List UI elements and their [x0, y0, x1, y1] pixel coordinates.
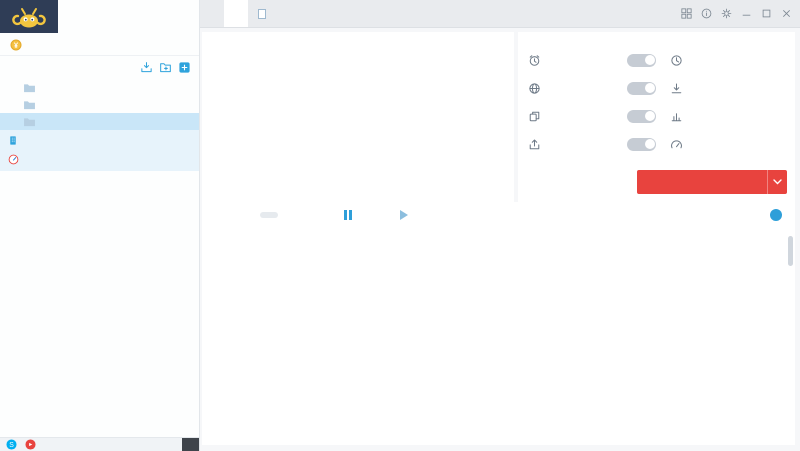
- sidebar-item-デフォルト[interactable]: [0, 113, 199, 130]
- speed-up-button[interactable]: [637, 170, 787, 194]
- pause-icon: [344, 210, 352, 220]
- status-row-1: [528, 46, 785, 74]
- ip-rotation-icon: [528, 82, 541, 95]
- sidebar-item-test[interactable]: [0, 79, 199, 96]
- status-metric: [656, 82, 785, 95]
- info-icon[interactable]: [701, 8, 712, 19]
- sidebar-footer: S: [0, 437, 199, 451]
- dedup-icon: [528, 110, 541, 123]
- chevron-down-icon[interactable]: [767, 170, 787, 194]
- status-setting: [528, 81, 656, 95]
- status-metric: [656, 110, 785, 123]
- task-card[interactable]: [0, 130, 199, 171]
- status-setting: [528, 109, 656, 123]
- folder-icon: [23, 83, 36, 93]
- crab-mascot-icon: [12, 7, 46, 27]
- data-icon: [670, 110, 683, 123]
- question-icon: [770, 209, 782, 221]
- import-task-icon[interactable]: [140, 61, 153, 74]
- speed-icon: [670, 138, 683, 151]
- apps-grid-icon[interactable]: [681, 8, 692, 19]
- status-row-2: [528, 74, 785, 102]
- document-icon: [258, 8, 266, 19]
- speed-chart-panel: [202, 32, 514, 202]
- status-setting: [528, 53, 656, 67]
- new-tab-button[interactable]: [286, 0, 310, 27]
- chat-widget[interactable]: [182, 438, 199, 451]
- speed-up-label: [637, 170, 767, 194]
- coin-icon: [10, 39, 22, 51]
- building-icon: [8, 135, 18, 146]
- play-icon: [400, 210, 408, 220]
- divider: [0, 55, 199, 56]
- gear-icon[interactable]: [721, 8, 732, 19]
- new-task-icon[interactable]: [178, 61, 191, 74]
- maximize-icon[interactable]: [761, 8, 772, 19]
- toggle-switch[interactable]: [627, 109, 656, 123]
- table-scrollbar[interactable]: [788, 236, 793, 266]
- window-controls: [681, 0, 800, 27]
- tab-1[interactable]: [200, 0, 224, 27]
- app-logo: [0, 0, 58, 33]
- speed-badge-icon: [8, 154, 19, 165]
- tab-bar: [200, 0, 800, 28]
- add-group-icon[interactable]: [159, 61, 172, 74]
- toggle-switch[interactable]: [627, 81, 656, 95]
- status-metric: [656, 54, 785, 67]
- pay-link[interactable]: [10, 39, 27, 51]
- toggle-switch[interactable]: [627, 53, 656, 67]
- all-tasks-header: [10, 61, 191, 74]
- view-tab-3[interactable]: [260, 212, 278, 218]
- pause-button[interactable]: [344, 210, 358, 220]
- toggle-switch[interactable]: [627, 137, 656, 151]
- task-tree: [0, 79, 199, 130]
- tab-2[interactable]: [224, 0, 248, 27]
- skype-icon[interactable]: S: [6, 439, 17, 450]
- status-row-4: [528, 130, 785, 158]
- download-icon: [670, 82, 683, 95]
- results-panel: [202, 202, 795, 445]
- tab-bar-tabs: [200, 0, 286, 27]
- schedule-icon: [528, 54, 541, 67]
- close-window-icon[interactable]: [781, 8, 792, 19]
- scraper-app-window: S: [0, 0, 800, 451]
- speed-chart: [204, 48, 510, 198]
- start-button[interactable]: [400, 210, 414, 220]
- sidebar: S: [0, 0, 200, 451]
- auto-export-icon: [528, 138, 541, 151]
- status-metric: [656, 138, 785, 151]
- main-area: [200, 0, 800, 451]
- sidebar-item-Samples[interactable]: [0, 96, 199, 113]
- status-panel: [518, 32, 795, 202]
- results-toolbar: [202, 202, 795, 228]
- minimize-icon[interactable]: [741, 8, 752, 19]
- tab-3[interactable]: [248, 0, 286, 27]
- runtime-icon: [670, 54, 683, 67]
- status-setting: [528, 137, 656, 151]
- help-link[interactable]: [770, 209, 787, 221]
- video-icon[interactable]: [25, 439, 36, 450]
- folder-icon: [23, 117, 36, 127]
- svg-text:S: S: [9, 442, 14, 449]
- status-row-3: [528, 102, 785, 130]
- folder-icon: [23, 100, 36, 110]
